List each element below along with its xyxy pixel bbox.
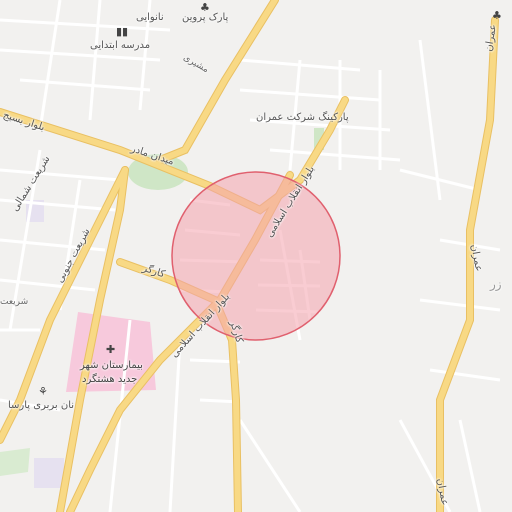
- tree-icon: ♣: [492, 9, 502, 22]
- label-shariat-small: شریعت: [0, 297, 29, 307]
- hospital-cross-icon: ✚: [106, 343, 116, 356]
- tree-icon: ♣: [200, 1, 210, 14]
- school-area-2: [34, 458, 64, 488]
- green-strip: [0, 448, 30, 476]
- school-icon: ▮▮: [116, 25, 129, 38]
- label-bakery: نانوایی: [136, 12, 164, 23]
- label-parking-omran: پارکینگ شرکت عمران: [256, 112, 349, 123]
- bakery-icon: ⚘: [38, 385, 48, 398]
- label-elementary-school: مدرسه ابتدایی: [90, 40, 151, 51]
- label-hospital-line1: بیمارستان شهر: [80, 360, 143, 371]
- label-bakery-parsa: نان بربری پارسا: [8, 400, 75, 411]
- label-zar: زر: [490, 277, 502, 291]
- highlight-circle: [171, 171, 341, 341]
- map-view[interactable]: پارک پروین ♣ نانوایی ▮▮ مدرسه ابتدایی مش…: [0, 0, 512, 512]
- label-hospital-line2: جدید هشتگرد: [82, 374, 138, 385]
